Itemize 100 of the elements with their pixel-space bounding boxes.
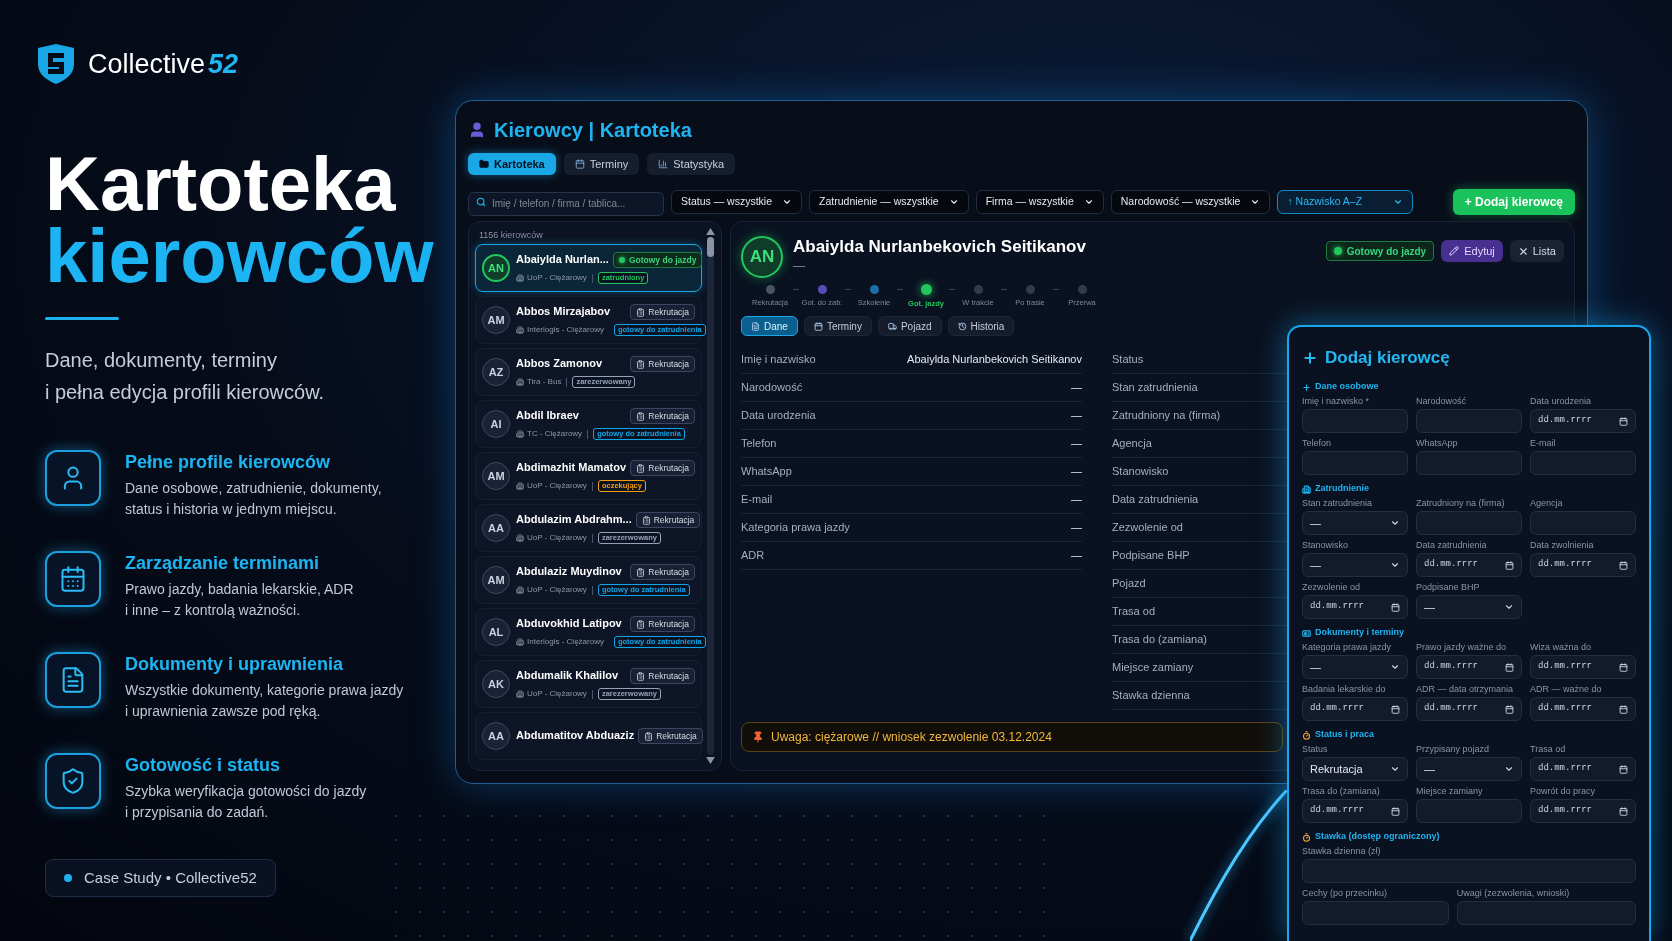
calendar-icon xyxy=(45,551,101,607)
bar-chart-icon xyxy=(658,159,669,169)
select-field[interactable]: — xyxy=(1416,757,1522,781)
date-field[interactable]: dd.mm.rrrr xyxy=(1530,409,1636,433)
field-value: — xyxy=(1071,464,1082,480)
driver-name: Abaiylda Nurlan... xyxy=(516,252,609,266)
case-study-label: Case Study • Collective52 xyxy=(84,867,257,888)
driver-subtitle: — xyxy=(793,258,805,274)
tab[interactable]: Kartoteka xyxy=(468,153,556,175)
search-icon xyxy=(476,197,486,207)
document-icon xyxy=(751,321,760,331)
id-card-icon xyxy=(1302,628,1311,638)
filter-select[interactable]: Zatrudnienie — wszystkie xyxy=(809,190,969,214)
brand-number: 52 xyxy=(208,47,239,81)
text-field[interactable] xyxy=(1416,799,1522,823)
driver-name: Abdimazhit Mamatov xyxy=(516,460,626,474)
calendar-icon xyxy=(1391,602,1400,612)
select-field[interactable]: — xyxy=(1302,511,1408,535)
field-label: Uwagi (zezwolenia, wnioski) xyxy=(1456,887,1570,899)
clipboard-icon xyxy=(636,359,646,369)
select-field[interactable]: Rekrutacja xyxy=(1302,757,1408,781)
field-label: Data zwolnienia xyxy=(1530,539,1594,551)
status-label: Gotowy do jazdy xyxy=(1346,244,1427,259)
headline-accent: kierowców xyxy=(45,220,434,292)
feature-description: Dane osobowe, zatrudnienie, dokumenty, status i historia w jednym miejscu. xyxy=(125,479,382,519)
clipboard-icon xyxy=(636,619,646,629)
building-icon xyxy=(516,378,524,386)
tab[interactable]: Historia xyxy=(947,316,1015,336)
status-label: Rekrutacja xyxy=(648,409,689,423)
date-field[interactable]: dd.mm.rrrr xyxy=(1530,757,1636,781)
clipboard-icon xyxy=(636,411,646,421)
select-field[interactable]: — xyxy=(1302,553,1408,577)
close-list-button[interactable]: Lista xyxy=(1509,240,1564,262)
field-label: Zatrudniony na (firma) xyxy=(1112,408,1221,424)
date-field[interactable]: dd.mm.rrrr xyxy=(1530,799,1636,823)
date-field[interactable]: dd.mm.rrrr xyxy=(1302,595,1408,619)
text-field[interactable] xyxy=(1416,409,1522,433)
date-field[interactable]: dd.mm.rrrr xyxy=(1302,799,1408,823)
date-field[interactable]: dd.mm.rrrr xyxy=(1302,697,1408,721)
company-label: UoP - Ciężarowy xyxy=(527,688,587,700)
scrollbar-thumb[interactable] xyxy=(707,237,714,257)
text-field[interactable] xyxy=(1302,409,1408,433)
field-label: Stan zatrudnienia xyxy=(1112,380,1198,396)
tab[interactable]: Dane xyxy=(741,316,798,336)
date-field[interactable]: dd.mm.rrrr xyxy=(1530,655,1636,679)
select-field[interactable]: — xyxy=(1302,655,1408,679)
date-field[interactable]: dd.mm.rrrr xyxy=(1416,697,1522,721)
tab[interactable]: Statystyka xyxy=(647,153,735,175)
field-label: Imię i nazwisko xyxy=(741,352,816,368)
date-field[interactable]: dd.mm.rrrr xyxy=(1530,553,1636,577)
text-field[interactable] xyxy=(1416,451,1522,475)
date-field[interactable]: dd.mm.rrrr xyxy=(1416,553,1522,577)
field-label: Podpisane BHP xyxy=(1112,548,1190,564)
sort-select[interactable]: ↑ Nazwisko A–Z xyxy=(1277,190,1414,214)
field-label: Status xyxy=(1112,352,1144,368)
clipboard-icon xyxy=(636,567,646,577)
status-label: Rekrutacja xyxy=(653,513,695,527)
calendar-icon xyxy=(1619,560,1628,570)
field-label: Zezwolenie od xyxy=(1302,581,1361,593)
building-icon xyxy=(1302,484,1311,494)
status-label: Gotowy do jazdy xyxy=(628,253,697,267)
filter-select[interactable]: Firma — wszystkie xyxy=(975,190,1104,214)
text-field[interactable] xyxy=(1302,451,1408,475)
driver-row[interactable]: AA Abdumatitov Abduaziz Rekrutacja xyxy=(475,712,702,760)
section-title: Status i praca xyxy=(1315,728,1375,742)
search-field[interactable]: Imię / telefon / firma / tablica... xyxy=(468,191,664,216)
field-label: E-mail xyxy=(1530,437,1556,449)
scrollbar-track[interactable] xyxy=(707,237,714,755)
calendar-icon xyxy=(1619,764,1628,774)
field-value: — xyxy=(1071,380,1082,396)
triangle-down-icon[interactable] xyxy=(706,757,715,764)
building-icon xyxy=(516,638,524,646)
truck-icon xyxy=(887,321,897,331)
calendar-icon xyxy=(1619,662,1628,672)
date-field[interactable]: dd.mm.rrrr xyxy=(1530,697,1636,721)
clipboard-icon xyxy=(636,307,646,317)
folder-icon xyxy=(479,159,489,169)
select-field[interactable]: — xyxy=(1416,595,1522,619)
text-field[interactable] xyxy=(1302,859,1636,883)
text-field[interactable] xyxy=(1302,901,1449,925)
field-label: WhatsApp xyxy=(741,464,792,480)
tab[interactable]: Terminy xyxy=(563,153,640,175)
tab[interactable]: Terminy xyxy=(803,316,872,336)
triangle-up-icon[interactable] xyxy=(706,228,715,235)
date-field[interactable]: dd.mm.rrrr xyxy=(1416,655,1522,679)
building-icon xyxy=(516,430,524,438)
text-field[interactable] xyxy=(1530,451,1636,475)
avatar: AK xyxy=(482,670,510,698)
filter-select[interactable]: Narodowość — wszystkie xyxy=(1110,190,1271,214)
text-field[interactable] xyxy=(1530,511,1636,535)
avatar: AM xyxy=(482,306,510,334)
tab[interactable]: Pojazd xyxy=(877,316,942,336)
edit-button[interactable]: Edytuj xyxy=(1441,240,1503,262)
clipboard-icon xyxy=(636,463,646,473)
section-title: Zatrudnienie xyxy=(1315,482,1369,496)
avatar: AN xyxy=(482,254,510,282)
text-field[interactable] xyxy=(1456,901,1636,925)
field-label: Miejsce zamiany xyxy=(1416,785,1483,797)
text-field[interactable] xyxy=(1416,511,1522,535)
filter-select[interactable]: Status — wszystkie xyxy=(671,190,803,214)
